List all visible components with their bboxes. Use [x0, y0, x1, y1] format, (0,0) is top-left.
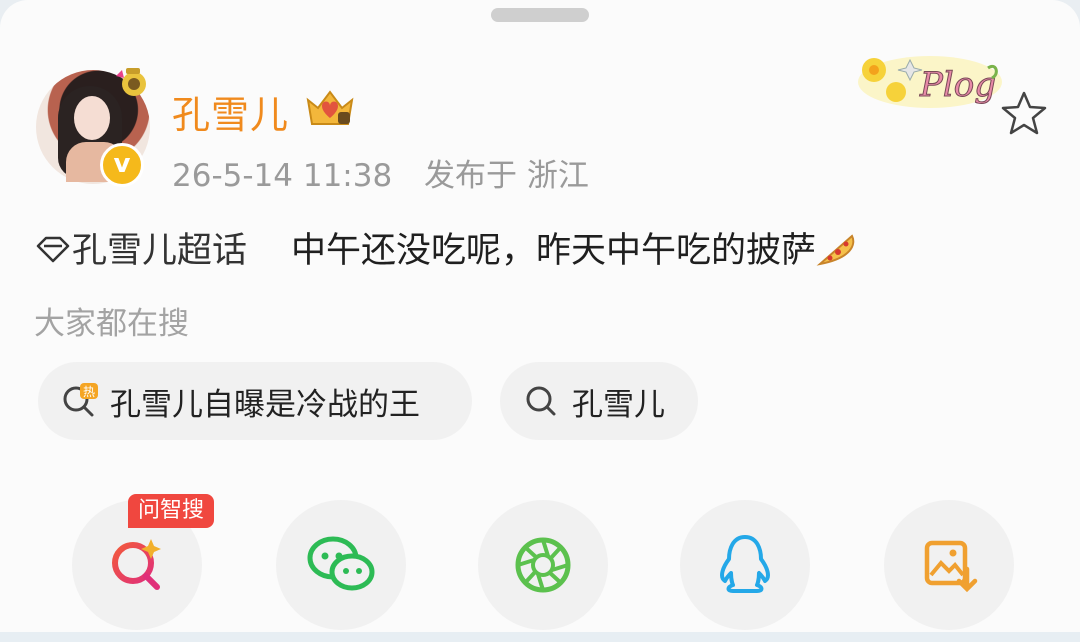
share-moments-button[interactable]: [478, 500, 608, 630]
super-topic-link[interactable]: 孔雪儿超话: [72, 231, 247, 271]
svg-text:Plog: Plog: [919, 65, 996, 105]
avatar-face: [74, 96, 110, 140]
vip-crown-icon[interactable]: [304, 86, 356, 130]
save-image-button[interactable]: [884, 500, 1014, 630]
search-icon: [526, 386, 556, 416]
wechat-icon: [307, 536, 375, 591]
location-prefix: 发布于: [424, 158, 518, 194]
search-chip-label: 孔雪儿: [572, 386, 665, 423]
save-image-icon: [924, 540, 978, 593]
ai-search-badge: 问智搜: [128, 494, 215, 528]
bottom-edge: [0, 632, 1080, 642]
author-name[interactable]: 孔雪儿: [172, 84, 289, 139]
moments-icon: [515, 537, 571, 593]
super-topic-icon: [36, 236, 70, 263]
avatar-pendant-icon: [116, 68, 146, 96]
favorite-star-icon[interactable]: [1000, 90, 1048, 136]
ai-search-icon: [112, 539, 161, 590]
plog-sticker-icon: Plog: [858, 56, 1002, 108]
post-meta: 26-5-14 11:38 发布于 浙江: [172, 150, 589, 195]
post-text: 中午还没吃呢，昨天中午吃的披萨: [291, 231, 817, 271]
share-sheet: v 孔雪儿 26-5-14 11:38 发布于 浙江 Plog 孔雪儿超话 中午还…: [0, 0, 1080, 642]
trending-search-title: 大家都在搜: [34, 306, 189, 342]
svg-text:热: 热: [83, 385, 95, 399]
pizza-emoji-icon: [816, 234, 855, 266]
drag-handle[interactable]: [491, 8, 589, 22]
share-wechat-button[interactable]: [276, 500, 406, 630]
share-qq-button[interactable]: [680, 500, 810, 630]
hot-search-label: 孔雪儿自曝是冷战的王: [110, 386, 420, 423]
post-content: 孔雪儿超话 中午还没吃呢，昨天中午吃的披萨: [34, 222, 856, 273]
verified-badge-icon: v: [100, 143, 144, 187]
qq-icon: [720, 535, 770, 593]
post-location: 浙江: [526, 158, 589, 194]
search-chip[interactable]: 孔雪儿: [500, 362, 698, 440]
hot-search-icon: 热: [63, 383, 98, 417]
post-timestamp: 26-5-14 11:38: [172, 158, 393, 194]
hot-search-chip[interactable]: 热 孔雪儿自曝是冷战的王: [38, 362, 472, 440]
